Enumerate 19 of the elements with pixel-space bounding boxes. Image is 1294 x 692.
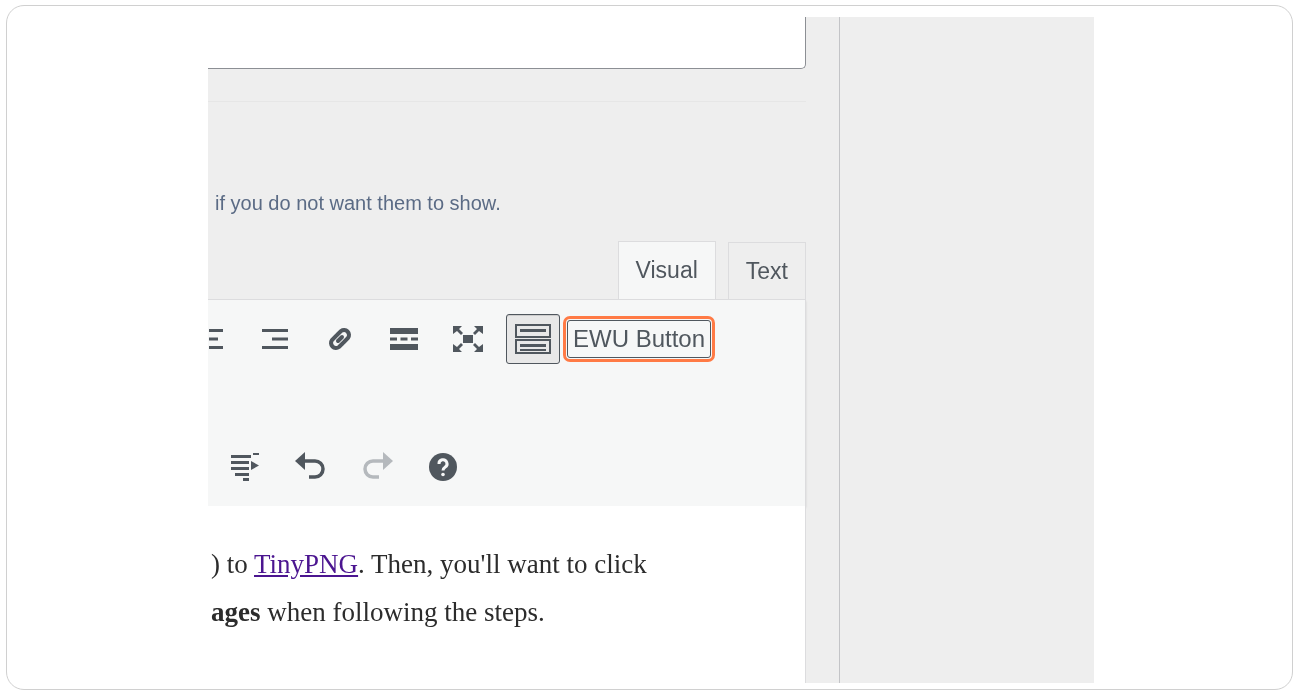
- paragraph-text: ) to TinyPNG. Then, you'll want to click ages when following the steps.: [211, 548, 648, 629]
- fullscreen-button[interactable]: [452, 325, 484, 353]
- read-more-button[interactable]: [389, 327, 419, 351]
- editor-tab[interactable]: Visual: [617, 241, 716, 299]
- redo-icon: [361, 452, 393, 482]
- align-center-icon: [209, 327, 223, 351]
- help-text: if you do not want them to show.: [214, 191, 502, 215]
- ewu-button[interactable]: EWU Button: [567, 320, 712, 358]
- fullscreen-icon: [453, 326, 483, 352]
- keyboard-button[interactable]: [506, 314, 560, 364]
- align-right-button[interactable]: [259, 326, 289, 352]
- align-right-icon: [260, 327, 288, 351]
- undo-icon: [295, 452, 327, 482]
- read-more-icon: [390, 328, 418, 350]
- tinypng-link[interactable]: TinyPNG: [254, 549, 359, 579]
- help-icon: [429, 453, 457, 481]
- align-center-button[interactable]: [208, 326, 224, 352]
- editor-tab[interactable]: Text: [727, 242, 806, 299]
- help-button[interactable]: [428, 452, 458, 482]
